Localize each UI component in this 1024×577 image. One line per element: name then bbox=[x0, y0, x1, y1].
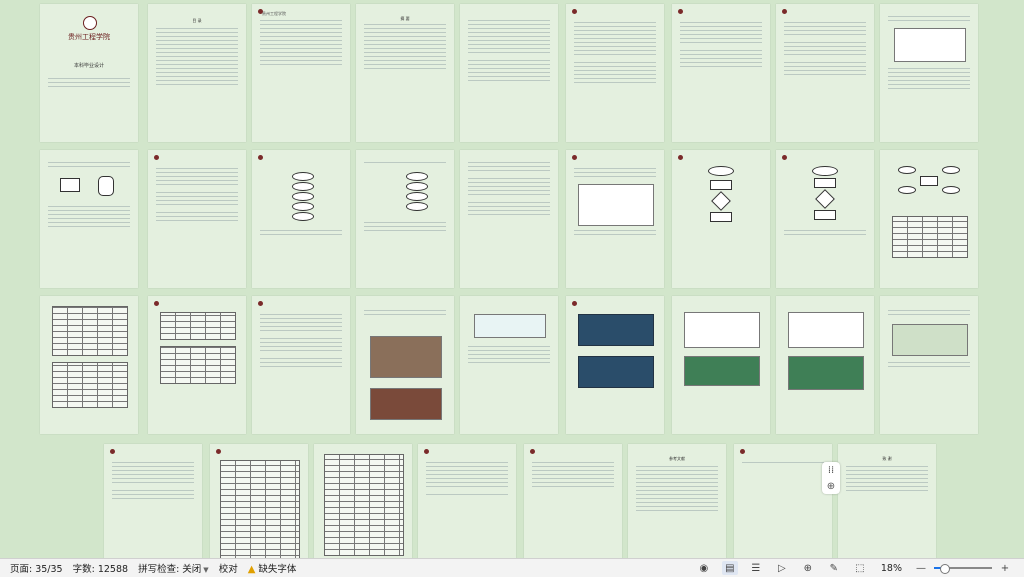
page-thanks[interactable]: 致 谢 bbox=[838, 444, 936, 558]
zoom-slider[interactable] bbox=[934, 563, 992, 574]
page-table-1[interactable] bbox=[40, 296, 138, 434]
globe-icon[interactable]: ⊕ bbox=[800, 561, 816, 575]
references-title: 参考文献 bbox=[669, 456, 685, 461]
page-indicator[interactable]: 页面: 35/35 bbox=[10, 561, 63, 575]
play-icon[interactable]: ▷ bbox=[774, 561, 790, 575]
page-screenshot-6[interactable] bbox=[880, 296, 978, 434]
page-references[interactable]: 参考文献 bbox=[628, 444, 726, 558]
page-8[interactable] bbox=[880, 4, 978, 142]
spell-check-label: 拼写检查: 关闭 bbox=[138, 564, 202, 575]
page-summary[interactable] bbox=[524, 444, 622, 558]
page-6[interactable] bbox=[672, 4, 770, 142]
page-structure[interactable] bbox=[566, 150, 664, 288]
page-13[interactable] bbox=[460, 150, 558, 288]
zoom-out-icon[interactable]: — bbox=[913, 561, 929, 575]
zoom-slider-knob[interactable] bbox=[940, 564, 950, 574]
status-bar: 页面: 35/35 字数: 12588 拼写检查: 关闭 ▼ 校对 ▲ 缺失字体 ◉… bbox=[0, 558, 1024, 577]
missing-font-button[interactable]: ▲ 缺失字体 bbox=[248, 561, 297, 575]
page-screenshot-5[interactable] bbox=[776, 296, 874, 434]
cover-title: 本科毕业设计 bbox=[73, 63, 104, 69]
zoom-in-icon[interactable]: + bbox=[997, 561, 1013, 575]
page-usecase-1[interactable] bbox=[252, 150, 350, 288]
status-right-tools: ◉ ▤ ☰ ▷ ⊕ ✎ ⬚ 18% — + bbox=[691, 559, 1018, 577]
document-canvas[interactable]: 贵州工程学院 本科毕业设计 目 录 贵州工程学院 摘 要 参考文献 致 谢 ⁞⁞… bbox=[0, 0, 1024, 558]
web-layout-icon[interactable]: ☰ bbox=[748, 561, 764, 575]
proofread-button[interactable]: 校对 bbox=[219, 561, 238, 575]
page-chapter-5[interactable] bbox=[252, 296, 350, 434]
eye-icon[interactable]: ◉ bbox=[696, 561, 712, 575]
abstract-title: 摘 要 bbox=[400, 16, 410, 21]
grid-icon[interactable]: ⁞⁞ bbox=[828, 465, 834, 476]
page-flowchart-2[interactable] bbox=[776, 150, 874, 288]
page-screenshot-4[interactable] bbox=[672, 296, 770, 434]
table bbox=[892, 216, 968, 258]
page-9[interactable] bbox=[40, 150, 138, 288]
page-conclusion[interactable] bbox=[418, 444, 516, 558]
page-er-diagram[interactable] bbox=[880, 150, 978, 288]
pen-icon[interactable]: ✎ bbox=[826, 561, 842, 575]
page-abstract-en[interactable] bbox=[460, 4, 558, 142]
page-usecase-2[interactable] bbox=[356, 150, 454, 288]
page-blank[interactable] bbox=[734, 444, 832, 558]
page-test-table-1[interactable] bbox=[210, 444, 308, 558]
thanks-title: 致 谢 bbox=[882, 456, 892, 461]
figure-function-structure bbox=[578, 184, 654, 226]
page-cover[interactable]: 贵州工程学院 本科毕业设计 bbox=[40, 4, 138, 142]
page-flowchart-1[interactable] bbox=[672, 150, 770, 288]
page-screenshot-3[interactable] bbox=[566, 296, 664, 434]
page-10[interactable] bbox=[148, 150, 246, 288]
toc-title: 目 录 bbox=[192, 18, 202, 23]
page-screenshot-1[interactable] bbox=[356, 296, 454, 434]
missing-font-label: 缺失字体 bbox=[258, 564, 297, 575]
chevron-down-icon: ▼ bbox=[203, 566, 209, 574]
cover-school: 贵州工程学院 bbox=[68, 33, 110, 41]
outline-view-icon[interactable]: ▤ bbox=[721, 561, 738, 575]
page-abstract[interactable]: 摘 要 bbox=[356, 4, 454, 142]
page-chapter-1[interactable] bbox=[566, 4, 664, 142]
floating-side-toolbar[interactable]: ⁞⁞ ⊕ bbox=[822, 462, 840, 494]
zoom-value[interactable]: 18% bbox=[881, 563, 902, 574]
running-header: 贵州工程学院 bbox=[262, 11, 286, 16]
page-7[interactable] bbox=[776, 4, 874, 142]
word-count[interactable]: 字数: 12588 bbox=[73, 561, 128, 575]
page-test-table-2[interactable] bbox=[314, 444, 412, 558]
page-testing[interactable] bbox=[104, 444, 202, 558]
zoom-in-icon[interactable]: ⊕ bbox=[827, 481, 835, 492]
page-table-2[interactable] bbox=[148, 296, 246, 434]
page-toc-1[interactable]: 目 录 bbox=[148, 4, 246, 142]
page-toc-2[interactable]: 贵州工程学院 bbox=[252, 4, 350, 142]
fit-page-icon[interactable]: ⬚ bbox=[852, 561, 868, 575]
page-screenshot-2[interactable] bbox=[460, 296, 558, 434]
spell-check[interactable]: 拼写检查: 关闭 ▼ bbox=[138, 561, 209, 575]
school-seal-icon bbox=[83, 16, 97, 30]
warning-icon: ▲ bbox=[247, 564, 256, 575]
figure-architecture bbox=[894, 28, 966, 62]
